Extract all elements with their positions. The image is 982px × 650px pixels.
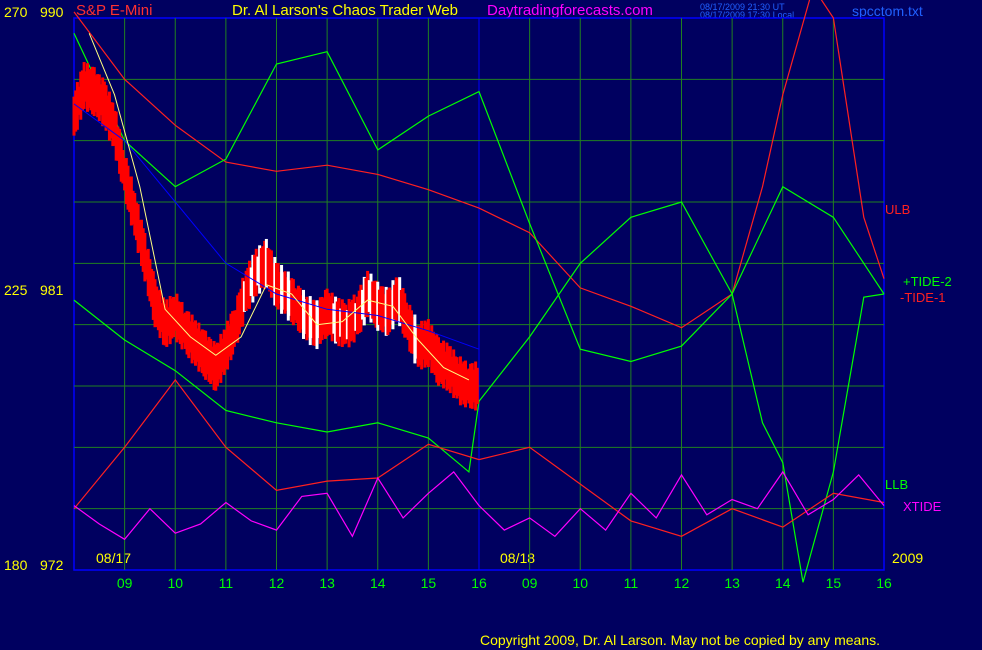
x-tick-label: 09 [522, 575, 538, 591]
x-tick-label: 11 [624, 575, 639, 591]
x-tick-label: 15 [826, 575, 842, 591]
x-tick-label: 10 [167, 575, 183, 591]
x-tick-label: 10 [572, 575, 588, 591]
x-tick-label: 12 [674, 575, 690, 591]
x-tick-label: 16 [471, 575, 487, 591]
x-tick-label: 16 [876, 575, 892, 591]
chaos-chart: 09 10 11 12 13 14 15 16 09 10 11 12 13 14 15 16 [72, 0, 892, 591]
x-tick-label: 12 [269, 575, 285, 591]
x-tick-label: 15 [421, 575, 437, 591]
x-tick-label: 11 [219, 575, 234, 591]
x-tick-label: 14 [775, 575, 791, 591]
x-tick-label: 13 [319, 575, 335, 591]
x-tick-label: 09 [117, 575, 133, 591]
x-tick-label: 14 [370, 575, 386, 591]
x-tick-label: 13 [724, 575, 740, 591]
